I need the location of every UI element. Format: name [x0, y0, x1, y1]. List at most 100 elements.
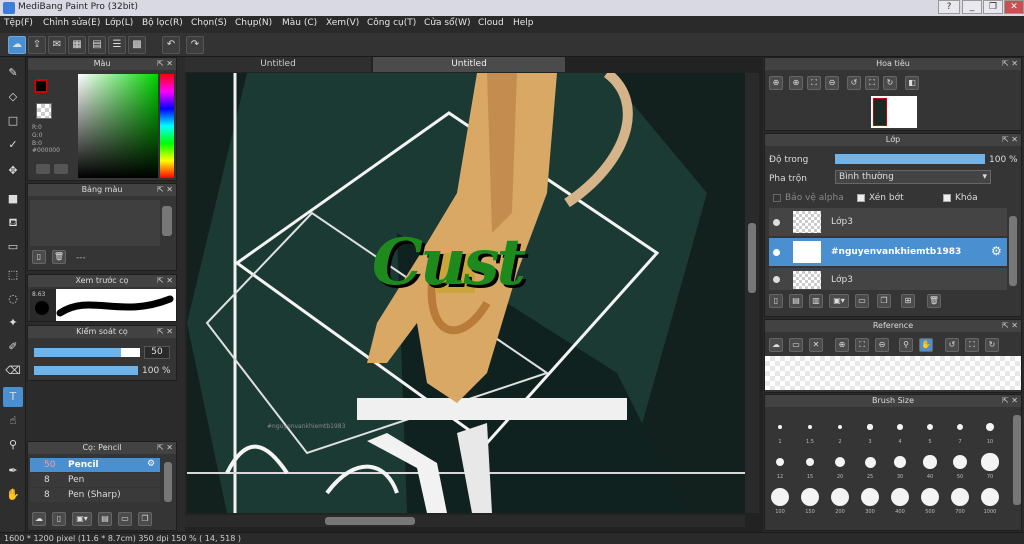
menu-help[interactable]: Help	[513, 18, 534, 28]
add-brush-icon[interactable]: ▯	[52, 512, 66, 526]
brush-size-dot[interactable]	[861, 488, 879, 506]
bucket-tool-icon[interactable]: ⛾	[3, 213, 23, 233]
brush-item-pencil[interactable]: 50 Pencil ⚙	[30, 458, 160, 472]
brush-item-pen-sharp[interactable]: 8 Pen (Sharp)	[30, 488, 160, 502]
zoom-out-icon[interactable]: ⊖	[875, 338, 889, 352]
tab-untitled-2[interactable]: Untitled	[373, 57, 565, 72]
duplicate-layer-icon[interactable]: ❐	[877, 294, 891, 308]
fit-icon[interactable]: ⛶	[855, 338, 869, 352]
blend-mode-select[interactable]: Bình thường ▾	[835, 170, 991, 184]
open-folder-icon[interactable]: ▭	[789, 338, 803, 352]
brush-size-dot[interactable]	[921, 488, 939, 506]
menu-capture[interactable]: Chụp(N)	[235, 18, 272, 28]
text-tool-icon[interactable]: T	[3, 387, 23, 407]
rotate-right-icon[interactable]: ↻	[985, 338, 999, 352]
menu-view[interactable]: Xem(V)	[326, 18, 359, 28]
tab-untitled-1[interactable]: Untitled	[185, 57, 371, 72]
menu-edit[interactable]: Chỉnh sửa(E)	[43, 18, 100, 28]
reset-view-icon[interactable]: ⛶	[865, 76, 879, 90]
color-swap-icon[interactable]	[54, 164, 68, 174]
brush-size-dot[interactable]	[864, 456, 876, 468]
menu-cloud[interactable]: Cloud	[478, 18, 504, 28]
magic-wand-tool-icon[interactable]: ✦	[3, 313, 23, 333]
new-8bit-layer-icon[interactable]: ▥	[809, 294, 823, 308]
zoom-in-icon[interactable]: ⊕	[769, 76, 783, 90]
merge-layer-icon[interactable]: ⊞	[901, 294, 915, 308]
menu-select[interactable]: Chọn(S)	[191, 18, 227, 28]
select-pen-tool-icon[interactable]: ✐	[3, 337, 23, 357]
eye-icon[interactable]	[773, 249, 780, 256]
palette-scrollbar[interactable]	[162, 206, 172, 236]
brush-size-slider[interactable]	[34, 348, 140, 357]
panel-close-icon[interactable]: ⇱ ✕	[157, 58, 173, 70]
tiles-icon[interactable]: ▩	[128, 36, 146, 54]
delete-palette-icon[interactable]: 🗑	[52, 250, 66, 264]
layer-row[interactable]: Lớp3	[769, 208, 1007, 236]
brush-size-dot[interactable]	[926, 423, 933, 430]
fit-icon[interactable]: ⛶	[807, 76, 821, 90]
brush-size-dot[interactable]	[981, 453, 999, 471]
page-icon[interactable]: ▤	[88, 36, 106, 54]
fill-rect-tool-icon[interactable]: ■	[3, 189, 23, 209]
saturation-value-picker[interactable]	[78, 74, 158, 178]
minimize-button[interactable]: _	[962, 0, 982, 14]
foreground-color-swatch[interactable]	[34, 79, 48, 93]
gradient-tool-icon[interactable]: ▭	[3, 237, 23, 257]
lock-checkbox[interactable]	[943, 194, 951, 202]
delete-layer-icon[interactable]: 🗑	[927, 294, 941, 308]
menu-color[interactable]: Màu (C)	[282, 18, 317, 28]
menu-file[interactable]: Tệp(F)	[4, 18, 33, 28]
layer-menu-icon[interactable]: ▣▾	[829, 294, 849, 308]
brush-size-dot[interactable]	[981, 488, 999, 506]
add-palette-icon[interactable]: ▯	[32, 250, 46, 264]
cloud-icon[interactable]: ☁	[769, 338, 783, 352]
panel-list-icon[interactable]: ☰	[108, 36, 126, 54]
brush-list-scrollbar[interactable]	[164, 462, 172, 502]
hand-icon[interactable]: ✋	[919, 338, 933, 352]
panel-close-icon[interactable]: ⇱ ✕	[157, 326, 173, 338]
folder-icon[interactable]: ▭	[855, 294, 869, 308]
reset-view-icon[interactable]: ⛶	[965, 338, 979, 352]
layer-scrollbar[interactable]	[1009, 216, 1017, 286]
panel-close-icon[interactable]: ⇱ ✕	[157, 442, 173, 454]
brush-tool-icon[interactable]: ✎	[3, 63, 23, 83]
layer-opacity-slider[interactable]	[835, 154, 985, 164]
brush-size-dot[interactable]	[834, 456, 846, 468]
brush-size-dot[interactable]	[837, 424, 843, 430]
rotate-left-icon[interactable]: ↺	[847, 76, 861, 90]
layer-row-selected[interactable]: #nguyenvankhiemtb1983 ⚙	[769, 238, 1007, 266]
close-icon[interactable]: ✕	[809, 338, 823, 352]
operation-tool-icon[interactable]: ☝	[3, 411, 23, 431]
brush-size-dot[interactable]	[986, 423, 994, 431]
brush-size-dot[interactable]	[894, 456, 906, 468]
brush-size-dot[interactable]	[801, 488, 819, 506]
menu-window[interactable]: Cửa sổ(W)	[424, 18, 470, 28]
hand-tool-icon[interactable]: ✋	[3, 485, 23, 505]
eyedropper-icon[interactable]: ⚲	[899, 338, 913, 352]
reference-view[interactable]	[765, 356, 1021, 390]
share-icon[interactable]: ⇪	[28, 36, 46, 54]
move-tool-icon[interactable]: ✥	[3, 161, 23, 181]
layer-row[interactable]: Lớp3	[769, 268, 1007, 290]
brush-size-dot[interactable]	[778, 425, 782, 429]
close-window-button[interactable]: ✕	[1004, 0, 1024, 14]
brush-item-pen[interactable]: 8 Pen	[30, 473, 160, 487]
brush-size-scrollbar[interactable]	[1013, 415, 1021, 505]
brush-size-input[interactable]: 50	[144, 346, 170, 359]
menu-tools[interactable]: Công cụ(T)	[367, 18, 416, 28]
brush-size-dot[interactable]	[805, 457, 815, 467]
eye-icon[interactable]	[773, 276, 780, 283]
new-halftone-layer-icon[interactable]: ▤	[789, 294, 803, 308]
brush-size-dot[interactable]	[897, 424, 903, 430]
grid-icon[interactable]: ▦	[68, 36, 86, 54]
cloud-icon[interactable]: ☁	[8, 36, 26, 54]
new-layer-icon[interactable]: ▯	[769, 294, 783, 308]
palette-swatch-area[interactable]	[30, 200, 160, 246]
gear-icon[interactable]: ⚙	[991, 244, 1002, 258]
dropper-tool-icon[interactable]: ✒	[3, 461, 23, 481]
brush-size-dot[interactable]	[771, 488, 789, 506]
rotate-right-icon[interactable]: ↻	[883, 76, 897, 90]
brush-size-dot[interactable]	[923, 455, 937, 469]
panel-close-icon[interactable]: ⇱ ✕	[1002, 58, 1018, 70]
brush-size-dot[interactable]	[831, 488, 849, 506]
